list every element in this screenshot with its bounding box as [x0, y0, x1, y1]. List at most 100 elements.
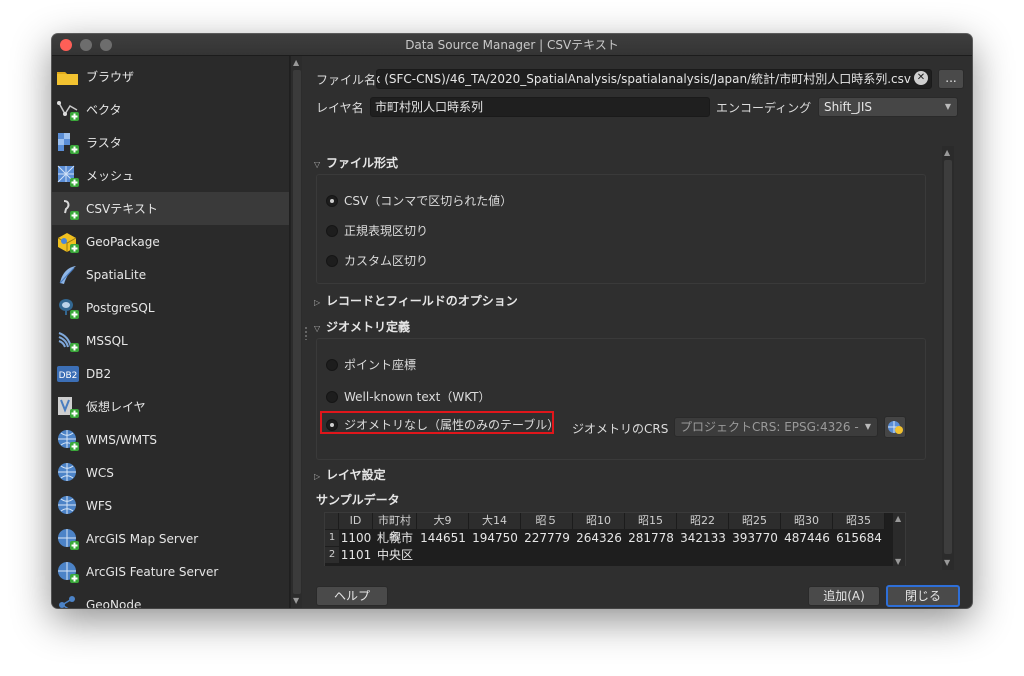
sidebar-scrollbar[interactable]: ▲ ▼ — [290, 56, 302, 608]
globe-settings-icon — [888, 421, 903, 434]
scroll-up-icon[interactable]: ▲ — [293, 58, 299, 67]
radio-csv[interactable]: CSV（コンマで区切られた値） — [326, 192, 512, 209]
virtual-layer-icon — [56, 395, 80, 419]
column-header[interactable]: 大14 — [469, 513, 521, 529]
table-cell: 144651 — [420, 531, 466, 545]
sidebar-item-label: DB2 — [86, 366, 112, 381]
radio-custom-delimiter[interactable]: カスタム区切り — [326, 252, 428, 269]
section-file-format[interactable]: ▽ ファイル形式 — [314, 154, 398, 171]
clear-input-icon[interactable]: ✕ — [914, 71, 928, 85]
sidebar-item-label: WMS/WMTS — [86, 432, 158, 447]
mssql-icon — [56, 329, 80, 353]
table-cell: 281778 — [628, 531, 674, 545]
sidebar-item-wfs[interactable]: WFS — [52, 489, 289, 522]
options-scroll-area: ▽ ファイル形式 CSV（コンマで区切られた値） 正規表現区切り カスタム区切り … — [312, 146, 940, 566]
scroll-up-icon[interactable]: ▲ — [895, 514, 901, 523]
sidebar-item-arcgis-feature-server[interactable]: ArcGIS Feature Server — [52, 555, 289, 588]
layer-name-input[interactable]: 市町村別人口時系列 — [370, 97, 710, 117]
maximize-window-button[interactable] — [100, 39, 112, 51]
sidebar-item-label: ベクタ — [86, 103, 122, 117]
sidebar-item-postgresql[interactable]: PostgreSQL — [52, 291, 289, 324]
sidebar-item-arcgis-map-server[interactable]: ArcGIS Map Server — [52, 522, 289, 555]
sidebar-item-label: GeoPackage — [86, 234, 160, 249]
add-button[interactable]: 追加(A) — [808, 586, 880, 606]
sidebar-item-raster[interactable]: ラスタ — [52, 126, 289, 159]
crs-selector-button[interactable] — [884, 416, 906, 438]
row-number: 1 — [325, 530, 339, 546]
browse-button[interactable]: ... — [938, 69, 964, 89]
radio-dot — [326, 358, 338, 371]
table-cell: 1101 — [340, 548, 372, 562]
column-header[interactable]: 昭25 — [729, 513, 781, 529]
column-header[interactable]: 昭35 — [833, 513, 885, 529]
options-scrollbar[interactable]: ▲ ▼ — [942, 146, 954, 570]
title-bar: Data Source Manager | CSVテキスト — [52, 34, 972, 56]
radio-regex[interactable]: 正規表現区切り — [326, 222, 428, 239]
sidebar-item-mssql[interactable]: MSSQL — [52, 324, 289, 357]
sidebar-item-wcs[interactable]: WCS — [52, 456, 289, 489]
minimize-window-button[interactable] — [80, 39, 92, 51]
sidebar-item-geopackage[interactable]: GeoPackage — [52, 225, 289, 258]
column-header[interactable] — [325, 513, 339, 529]
table-header: ID 市町村名 大9 大14 昭５ 昭10 昭15 昭22 昭25 昭30 昭3… — [325, 513, 885, 543]
scroll-up-icon[interactable]: ▲ — [944, 148, 950, 157]
sidebar-item-vector[interactable]: ベクタ — [52, 93, 289, 126]
close-window-button[interactable] — [60, 39, 72, 51]
options-scroll-thumb[interactable] — [944, 160, 952, 554]
sidebar-item-spatialite[interactable]: SpatiaLite — [52, 258, 289, 291]
column-header[interactable]: 昭30 — [781, 513, 833, 529]
table-cell: 194750 — [472, 531, 518, 545]
sidebar-item-virtual-layer[interactable]: 仮想レイヤ — [52, 390, 289, 423]
close-button[interactable]: 閉じる — [886, 585, 960, 607]
sidebar-item-label: CSVテキスト — [86, 202, 158, 216]
table-row[interactable]: 2 1101 中央区 — [325, 547, 417, 563]
collapsed-triangle-icon: ▷ — [314, 472, 321, 481]
column-header[interactable]: 昭15 — [625, 513, 677, 529]
sidebar-item-mesh[interactable]: メッシュ — [52, 159, 289, 192]
column-header[interactable]: ID — [339, 513, 373, 529]
sidebar-scroll-thumb[interactable] — [293, 70, 301, 594]
postgresql-icon — [56, 296, 80, 320]
sidebar-item-label: ブラウザ — [86, 70, 135, 84]
radio-dot — [326, 418, 338, 431]
sidebar-item-wms[interactable]: WMS/WMTS — [52, 423, 289, 456]
table-row[interactable]: 1 1100 札幌市 144651 194750 227779 264326 2… — [325, 530, 885, 546]
section-geometry[interactable]: ▽ ジオメトリ定義 — [314, 318, 410, 335]
help-button[interactable]: ヘルプ — [316, 586, 388, 606]
crs-select[interactable]: プロジェクトCRS: EPSG:4326 - \ ▼ — [674, 417, 878, 437]
section-records-fields[interactable]: ▷ レコードとフィールドのオプション — [314, 292, 518, 309]
scroll-down-icon[interactable]: ▼ — [944, 558, 950, 567]
scroll-down-icon[interactable]: ▼ — [895, 557, 901, 566]
column-header[interactable]: 市町村名 — [373, 513, 417, 543]
table-scrollbar[interactable]: ▲ ▼ — [893, 513, 905, 566]
sidebar-item-label: 仮想レイヤ — [86, 400, 146, 414]
folder-icon — [56, 65, 80, 89]
sample-data-table: ID 市町村名 大9 大14 昭５ 昭10 昭15 昭22 昭25 昭30 昭3… — [324, 512, 906, 566]
radio-dot — [326, 254, 338, 267]
encoding-select[interactable]: Shift_JIS ▼ — [818, 97, 958, 117]
radio-wkt[interactable]: Well-known text（WKT） — [326, 388, 491, 405]
sidebar-item-label: MSSQL — [86, 333, 128, 348]
sidebar-item-label: ArcGIS Map Server — [86, 531, 199, 546]
table-cell: 1100 — [340, 531, 372, 545]
db2-icon: DB2 — [56, 362, 80, 386]
scroll-down-icon[interactable]: ▼ — [293, 596, 299, 605]
section-layer-settings[interactable]: ▷ レイヤ設定 — [314, 466, 386, 483]
column-header[interactable]: 昭５ — [521, 513, 573, 529]
vector-icon — [56, 98, 80, 122]
sidebar-item-geonode[interactable]: GeoNode — [52, 588, 289, 608]
column-header[interactable]: 大9 — [417, 513, 469, 529]
spatialite-icon — [56, 263, 80, 287]
column-header[interactable]: 昭22 — [677, 513, 729, 529]
mesh-icon — [56, 164, 80, 188]
radio-dot — [326, 194, 338, 207]
radio-no-geometry[interactable]: ジオメトリなし（属性のみのテーブル） — [326, 416, 559, 433]
sidebar-item-csv[interactable]: CSVテキスト — [52, 192, 289, 225]
sidebar-item-browser[interactable]: ブラウザ — [52, 60, 289, 93]
column-header[interactable]: 昭10 — [573, 513, 625, 529]
radio-point-coordinates[interactable]: ポイント座標 — [326, 356, 416, 373]
sidebar-item-db2[interactable]: DB2 DB2 — [52, 357, 289, 390]
crs-value: プロジェクトCRS: EPSG:4326 - \ — [680, 420, 867, 434]
sidebar-item-label: ラスタ — [86, 136, 122, 150]
file-path-input[interactable]: box (SFC-CNS)/46_TA/2020_SpatialAnalysis… — [376, 69, 932, 89]
